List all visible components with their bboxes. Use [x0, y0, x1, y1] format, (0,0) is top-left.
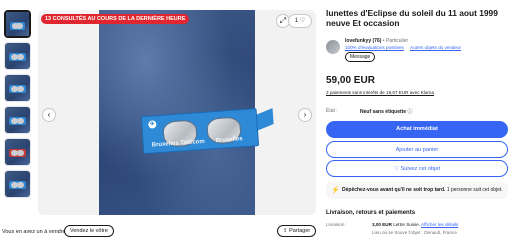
thumbnail-strip — [4, 10, 34, 202]
shipping-section-title: Livraison, retours et paiements — [326, 210, 416, 216]
expand-icon: ⤢ — [279, 16, 287, 25]
thumbnail-3[interactable] — [4, 74, 31, 102]
next-image-button[interactable]: › — [298, 108, 312, 122]
glasses-print-right: Bruxelles — [215, 136, 243, 145]
lightning-icon: ⚡ — [331, 187, 340, 194]
watch-count: 1 — [294, 18, 299, 24]
info-icon[interactable]: ⓘ — [408, 109, 413, 115]
condition-value: Neuf sans étiquette ⓘ — [360, 108, 413, 115]
avatar[interactable] — [326, 40, 340, 54]
heart-icon: ♡ — [393, 166, 399, 172]
condition-text: Neuf sans étiquette — [360, 109, 407, 115]
heart-icon: ♡ — [299, 18, 306, 24]
item-location: Lieu où se trouve l'objet : Denault, Fra… — [372, 230, 457, 235]
thumbnail-5[interactable] — [4, 138, 31, 166]
condition-label: État : — [326, 108, 338, 114]
seller-info: lovefunkyy (76) • Particulier — [345, 38, 409, 44]
shipping-cost: 3,00 EUR — [372, 222, 392, 227]
seller-other-items-link[interactable]: Autres objets du vendeur — [410, 45, 461, 50]
shipping-value: 3,00 EUR Lettre Suivie. Afficher les dét… — [372, 222, 458, 227]
add-to-cart-button[interactable]: Ajouter au panier — [326, 141, 508, 158]
thumbnail-2[interactable] — [4, 42, 31, 70]
sell-question: Vous en avez un à vendre ? — [2, 229, 71, 235]
eclipse-glasses-image: ✈ Bruxelles Télécom Bruxelles — [137, 106, 274, 159]
thumbnail-4[interactable] — [4, 106, 31, 134]
share-label: Partager — [289, 228, 311, 234]
urgency-banner: ⚡ Dépêchez-vous avant qu'il ne soit trop… — [326, 182, 508, 199]
glasses-print-left: Bruxelles Télécom — [151, 138, 205, 149]
shipping-label: Livraison : — [326, 222, 347, 227]
listing-title: lunettes d'Eclipse du soleil du 11 aout … — [326, 8, 498, 28]
previous-image-button[interactable]: ‹ — [42, 108, 56, 122]
watch-button[interactable]: 1 ♡ — [288, 14, 312, 28]
thumbnail-1[interactable] — [4, 10, 31, 38]
thumbnail-6[interactable] — [4, 170, 31, 198]
share-icon: ⇪ — [283, 228, 288, 234]
urgency-text: 1 personne suit cet objet. — [445, 187, 503, 193]
seller-rating-link[interactable]: 100% d'évaluations positives — [345, 45, 404, 50]
buy-now-button[interactable]: Achat immédiat — [326, 121, 508, 138]
views-badge: 13 CONSULTÉS AU COURS DE LA DERNIÈRE HEU… — [41, 14, 190, 24]
message-button[interactable]: Message — [345, 52, 376, 62]
chevron-right-icon: › — [303, 110, 307, 119]
urgency-bold-text: Dépêchez-vous avant qu'il ne soit trop t… — [342, 187, 446, 193]
seller-type: Particulier — [385, 38, 409, 44]
price: 59,00 EUR — [326, 75, 375, 86]
seller-name[interactable]: lovefunkyy (76) — [345, 38, 381, 44]
shipping-details-link[interactable]: Afficher les détails — [421, 222, 458, 227]
watch-item-label: Suivez cet objet — [400, 166, 441, 172]
chevron-left-icon: ‹ — [47, 110, 51, 119]
watch-item-button[interactable]: ♡ Suivez cet objet — [326, 160, 508, 177]
shipping-method: Lettre Suivie. — [391, 222, 421, 227]
klarna-link[interactable]: 3 paiements sans intérêts de 19,67 EUR a… — [326, 90, 434, 95]
sell-yours-button[interactable]: Vendez le vôtre — [64, 225, 114, 237]
main-image-viewer[interactable]: ✈ Bruxelles Télécom Bruxelles 13 CONSULT… — [38, 10, 316, 215]
share-button[interactable]: ⇪ Partager — [277, 225, 317, 237]
